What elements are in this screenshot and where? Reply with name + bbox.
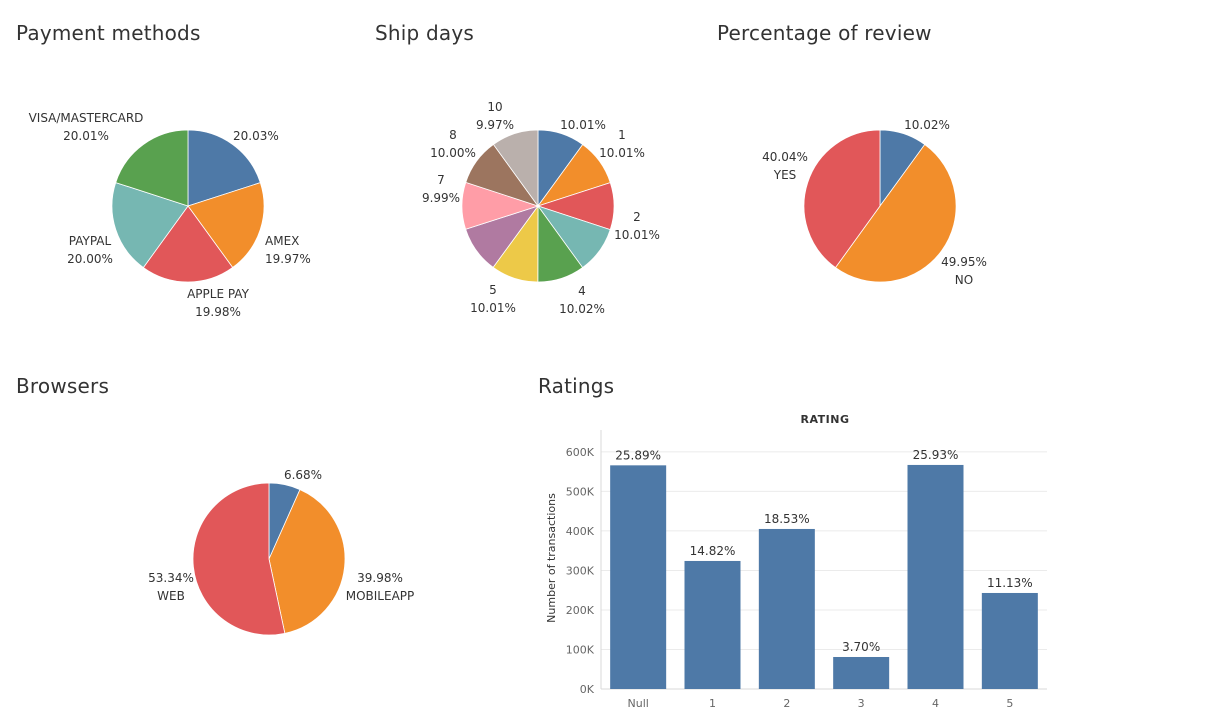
ratings-x-tick-5: 5 bbox=[1006, 697, 1013, 710]
ratings-y-tick-4: 400K bbox=[566, 525, 595, 538]
ratings-bar-label-3: 3.70% bbox=[842, 640, 880, 654]
ratings-bar-4[interactable] bbox=[907, 464, 964, 689]
pie-0-label-3: PAYPAL 20.00% bbox=[67, 234, 113, 266]
pie-1-label-0: 10.01% bbox=[560, 118, 606, 132]
ratings-bar-label-Null: 25.89% bbox=[615, 448, 661, 462]
ratings-x-tick-Null: Null bbox=[628, 697, 649, 710]
ratings-y-axis-label: Number of transactions bbox=[545, 493, 558, 623]
pie-1-label-8: 8 10.00% bbox=[430, 128, 476, 160]
pie-1-label-1: 1 10.01% bbox=[599, 128, 645, 160]
ratings-y-tick-5: 500K bbox=[566, 485, 595, 498]
ratings-x-tick-3: 3 bbox=[858, 697, 865, 710]
pie-3-label-1: 39.98% MOBILEAPP bbox=[346, 571, 415, 603]
pie-1-label-4: 4 10.02% bbox=[559, 284, 605, 316]
pie-0-label-2: APPLE PAY 19.98% bbox=[187, 287, 250, 319]
ratings-bar-label-2: 18.53% bbox=[764, 512, 810, 526]
ratings-x-tick-4: 4 bbox=[932, 697, 939, 710]
pie-2-label-1: 49.95% NO bbox=[941, 255, 987, 287]
pie-2-label-2: 40.04% YES bbox=[762, 150, 808, 182]
ratings-subtitle: RATING bbox=[801, 413, 850, 426]
ratings-y-tick-2: 200K bbox=[566, 604, 595, 617]
pie-2-label-0: 10.02% bbox=[904, 118, 950, 132]
ratings-bar-label-4: 25.93% bbox=[913, 448, 959, 462]
ratings-x-tick-1: 1 bbox=[709, 697, 716, 710]
pie-0-label-0: 20.03% bbox=[233, 129, 279, 143]
ratings-y-tick-1: 100K bbox=[566, 643, 595, 656]
ratings-bar-1[interactable] bbox=[684, 560, 741, 689]
ratings-bar-label-1: 14.82% bbox=[690, 544, 736, 558]
pie-1-label-9: 10 9.97% bbox=[476, 100, 514, 132]
ratings-bar-3[interactable] bbox=[833, 656, 890, 689]
ratings-y-tick-3: 300K bbox=[566, 564, 595, 577]
ratings-bar-Null[interactable] bbox=[610, 465, 667, 689]
pie-3-label-0: 6.68% bbox=[284, 468, 322, 482]
ratings-y-tick-6: 600K bbox=[566, 446, 595, 459]
ratings-bar-label-5: 11.13% bbox=[987, 576, 1033, 590]
pie-0-label-1: AMEX 19.97% bbox=[265, 234, 311, 266]
ratings-bar-2[interactable] bbox=[758, 528, 815, 689]
pie-1-label-5: 5 10.01% bbox=[470, 283, 516, 315]
ratings-bar-5[interactable] bbox=[981, 592, 1038, 689]
dashboard-charts-canvas: 20.03% AMEX 19.97% APPLE PAY 19.98% PAYPAL 20.… bbox=[29, 100, 1047, 710]
pie-3-label-2: 53.34% WEB bbox=[148, 571, 194, 603]
pie-1-label-7: 7 9.99% bbox=[422, 173, 460, 205]
ratings-y-tick-0: 0K bbox=[580, 683, 595, 696]
pie-0-label-4: VISA/MASTERCARD 20.01% bbox=[29, 111, 144, 143]
pie-1-label-2: 2 10.01% bbox=[614, 210, 660, 242]
ratings-x-tick-2: 2 bbox=[783, 697, 790, 710]
